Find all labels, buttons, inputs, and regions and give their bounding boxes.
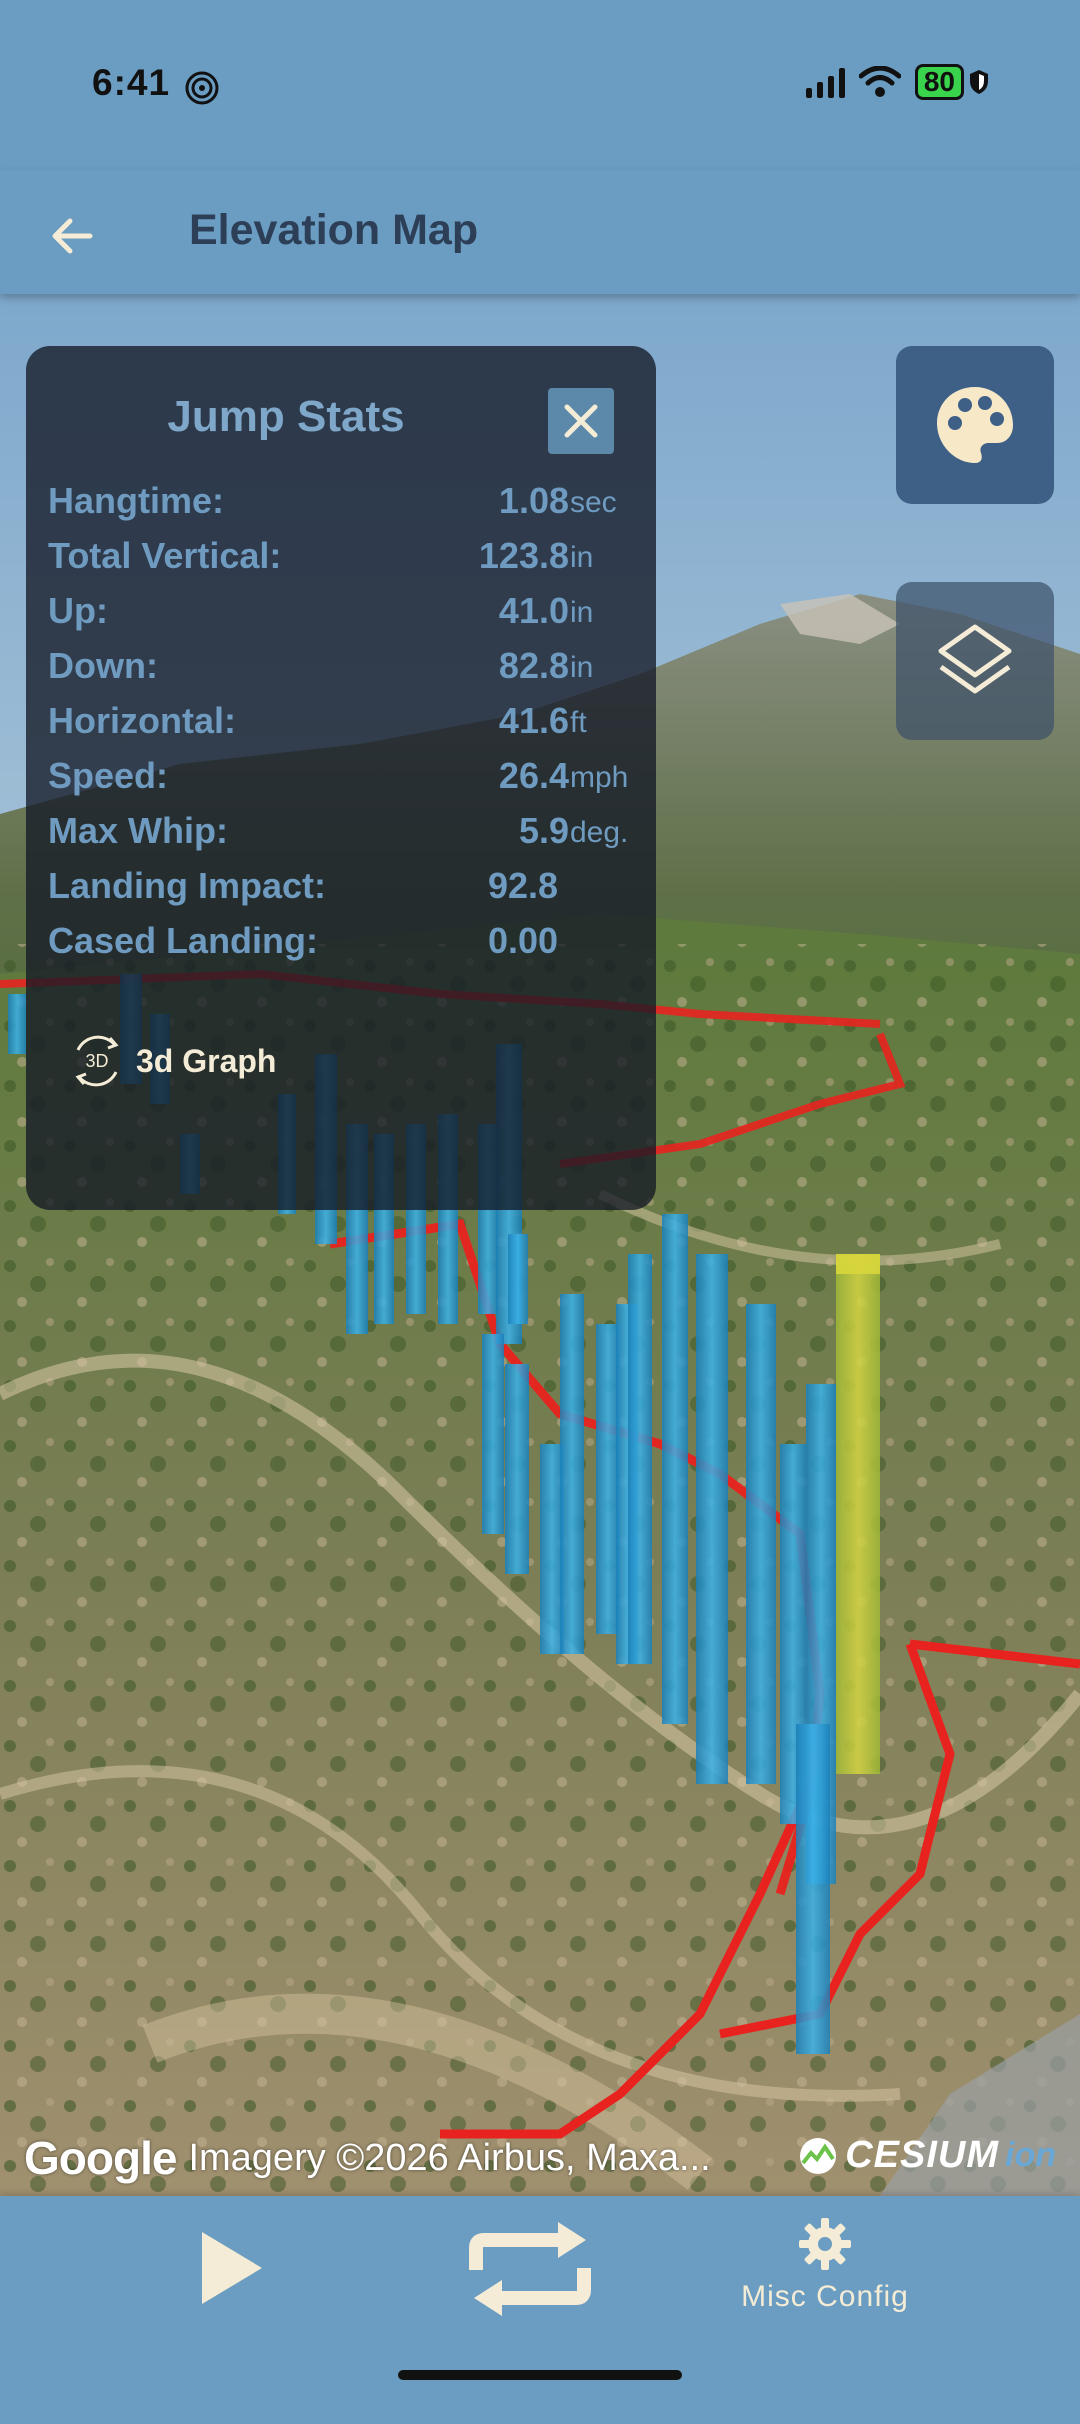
gear-icon	[799, 2218, 851, 2270]
arrow-left-icon[interactable]	[42, 206, 102, 266]
play-icon[interactable]	[196, 2228, 266, 2308]
battery-level: 80	[923, 66, 955, 97]
stat-unit: in	[570, 541, 594, 574]
ion-label: ion	[1005, 2136, 1056, 2174]
layers-button[interactable]	[896, 582, 1054, 740]
bottom-bar: Misc Config	[0, 2196, 1080, 2424]
page-title: Elevation Map	[189, 206, 479, 254]
stat-row-max-whip: Max Whip: 5.9 deg.	[48, 810, 648, 860]
cesium-icon	[800, 2137, 837, 2174]
svg-text:3D: 3D	[85, 1051, 108, 1071]
stat-row-total-vertical: Total Vertical: 123.8 in	[48, 535, 648, 585]
stat-value: 0.00	[488, 920, 559, 961]
stat-unit: deg.	[570, 816, 629, 849]
jump-stats-title: Jump Stats	[167, 392, 405, 441]
stat-value: 92.8	[488, 865, 559, 906]
cesium-label: CESIUM	[845, 2134, 1000, 2176]
stat-label: Hangtime:	[48, 480, 225, 521]
stat-label: Landing Impact:	[48, 865, 326, 906]
stat-unit: in	[570, 596, 594, 629]
stat-value: 5.9	[518, 810, 569, 851]
stat-value: 26.4	[498, 755, 569, 796]
map-attribution: Google Imagery ©2026 Airbus, Maxa... CES…	[24, 2128, 1064, 2188]
stat-row-landing-impact: Landing Impact: 92.8	[48, 865, 648, 915]
misc-config-label: Misc Config	[741, 2280, 909, 2313]
stat-label: Up:	[48, 590, 108, 631]
spiral-icon	[185, 71, 219, 105]
status-time: 6:41	[92, 62, 171, 103]
stat-row-speed: Speed: 26.4 mph	[48, 755, 648, 805]
home-indicator[interactable]	[398, 2370, 682, 2380]
stat-row-down: Down: 82.8 in	[48, 645, 648, 695]
close-icon	[564, 404, 598, 438]
stat-value: 1.08	[498, 480, 569, 521]
stat-row-cased-landing: Cased Landing: 0.00	[48, 920, 648, 970]
stat-row-up: Up: 41.0 in	[48, 590, 648, 640]
imagery-credit[interactable]: Imagery ©2026 Airbus, Maxa...	[188, 2137, 710, 2180]
shield-icon	[970, 70, 988, 94]
stat-value: 82.8	[498, 645, 569, 686]
palette-icon	[937, 387, 1013, 463]
stat-unit: sec	[570, 486, 617, 519]
stat-label: Down:	[48, 645, 158, 686]
misc-config-button[interactable]: Misc Config	[730, 2216, 920, 2336]
jump-stats-panel: Jump Stats Hangtime: 1.08 sec Total Vert…	[26, 346, 656, 1210]
stat-unit: ft	[570, 706, 587, 739]
3d-graph-button[interactable]: 3D 3d Graph	[66, 1030, 276, 1092]
cesium-ion-logo[interactable]: CESIUM ion	[797, 2134, 1056, 2177]
stat-label: Total Vertical:	[48, 535, 282, 576]
stat-unit: mph	[570, 761, 629, 794]
layers-icon	[938, 624, 1012, 694]
battery-icon: 80	[914, 64, 990, 100]
stat-row-horizontal: Horizontal: 41.6 ft	[48, 700, 648, 750]
stat-value: 41.0	[498, 590, 569, 631]
stat-row-hangtime: Hangtime: 1.08 sec	[48, 480, 648, 530]
palette-button[interactable]	[896, 346, 1054, 504]
status-bar: 6:41 80	[0, 0, 1080, 170]
app-bar: Elevation Map	[0, 170, 1080, 294]
wifi-icon	[858, 66, 901, 97]
stat-value: 41.6	[498, 700, 569, 741]
3d-rotate-icon: 3D	[75, 1035, 119, 1087]
close-button[interactable]	[548, 388, 614, 454]
stat-label: Horizontal:	[48, 700, 236, 741]
3d-graph-label: 3d Graph	[136, 1042, 277, 1079]
stat-label: Cased Landing:	[48, 920, 319, 961]
stat-label: Max Whip:	[48, 810, 228, 851]
repeat-icon[interactable]	[462, 2214, 598, 2324]
stat-value: 123.8	[478, 535, 569, 576]
google-logo: Google	[24, 2132, 177, 2184]
stat-label: Speed:	[48, 755, 169, 796]
signal-icon	[805, 66, 845, 98]
stat-unit: in	[570, 651, 594, 684]
